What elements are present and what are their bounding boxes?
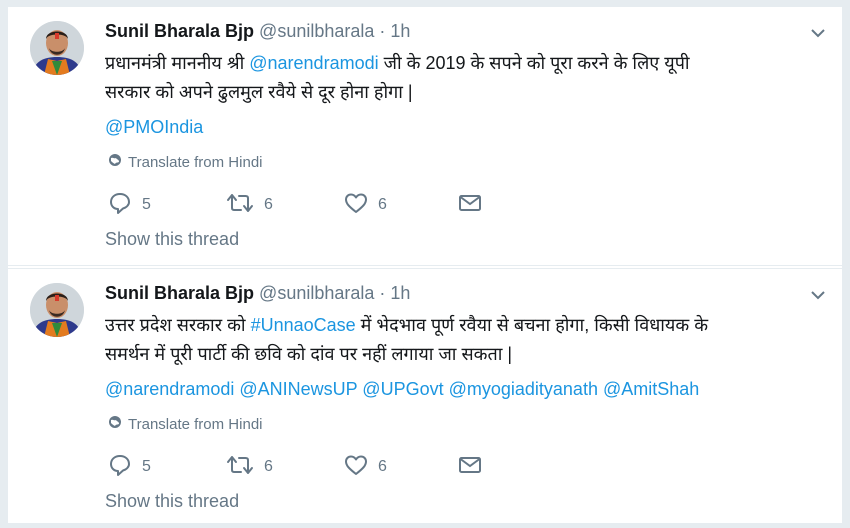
author-name[interactable]: Sunil Bharala Bjp [105, 283, 254, 303]
envelope-icon [458, 191, 482, 220]
avatar[interactable] [30, 283, 84, 337]
reply-count: 5 [142, 458, 151, 475]
heart-icon [344, 453, 368, 482]
translate-label: Translate from Hindi [128, 415, 263, 433]
timestamp[interactable]: 1h [390, 21, 410, 41]
retweet-count: 6 [264, 196, 273, 213]
like-button[interactable]: 6 [344, 192, 387, 218]
tweet-text-line: प्रधानमंत्री माननीय श्री @narendramodi ज… [105, 49, 825, 78]
timestamp[interactable]: 1h [390, 283, 410, 303]
reply-button[interactable]: 5 [108, 454, 151, 480]
like-count: 6 [378, 196, 387, 213]
author-handle[interactable]: @sunilbharala [259, 283, 374, 303]
heart-icon [344, 191, 368, 220]
reply-icon [108, 191, 132, 220]
retweet-button[interactable]: 6 [226, 454, 273, 480]
text-segment: प्रधानमंत्री माननीय श्री [105, 53, 250, 73]
retweet-icon [226, 453, 254, 482]
reply-icon [108, 453, 132, 482]
show-thread-link[interactable]: Show this thread [105, 491, 239, 512]
direct-message-button[interactable] [458, 454, 482, 480]
timeline: Sunil Bharala Bjp @sunilbharala · 1h प्र… [7, 7, 843, 528]
chevron-down-icon[interactable] [810, 25, 826, 41]
tweet-text: प्रधानमंत्री माननीय श्री @narendramodi ज… [105, 49, 825, 107]
tweet-header: Sunil Bharala Bjp @sunilbharala · 1h [105, 21, 410, 42]
hashtag-link[interactable]: #UnnaoCase [251, 315, 356, 335]
show-thread-link[interactable]: Show this thread [105, 229, 239, 250]
translate-label: Translate from Hindi [128, 153, 263, 171]
mention-link[interactable]: @narendramodi [249, 53, 378, 73]
tweet-text-line: उत्तर प्रदेश सरकार को #UnnaoCase में भेद… [105, 311, 825, 340]
tweet-actions: 5 6 6 [108, 454, 488, 480]
reply-count: 5 [142, 196, 151, 213]
text-segment: जी के 2019 के सपने को पूरा करने के लिए य… [378, 53, 690, 73]
reply-button[interactable]: 5 [108, 192, 151, 218]
globe-icon [108, 415, 122, 433]
mention-links[interactable]: @narendramodi @ANINewsUP @UPGovt @myogia… [105, 379, 699, 400]
tweet-actions: 5 6 6 [108, 192, 488, 218]
author-name[interactable]: Sunil Bharala Bjp [105, 21, 254, 41]
text-segment: में भेदभाव पूर्ण रवैया से बचना होगा, किस… [355, 315, 709, 335]
tweet-text: उत्तर प्रदेश सरकार को #UnnaoCase में भेद… [105, 311, 825, 369]
retweet-icon [226, 191, 254, 220]
like-button[interactable]: 6 [344, 454, 387, 480]
like-count: 6 [378, 458, 387, 475]
translate-link[interactable]: Translate from Hindi [108, 153, 263, 171]
translate-link[interactable]: Translate from Hindi [108, 415, 263, 433]
tweet-header: Sunil Bharala Bjp @sunilbharala · 1h [105, 283, 410, 304]
globe-icon [108, 153, 122, 171]
direct-message-button[interactable] [458, 192, 482, 218]
chevron-down-icon[interactable] [810, 287, 826, 303]
author-handle[interactable]: @sunilbharala [259, 21, 374, 41]
retweet-count: 6 [264, 458, 273, 475]
tweet[interactable]: Sunil Bharala Bjp @sunilbharala · 1h प्र… [8, 7, 842, 266]
tweet-text-line: सरकार को अपने ढुलमुल रवैये से दूर होना ह… [105, 82, 413, 102]
retweet-button[interactable]: 6 [226, 192, 273, 218]
tweet[interactable]: Sunil Bharala Bjp @sunilbharala · 1h उत्… [8, 268, 842, 528]
text-segment: उत्तर प्रदेश सरकार को [105, 315, 251, 335]
separator-dot: · [379, 21, 386, 41]
separator-dot: · [379, 283, 386, 303]
tweet-text-line: समर्थन में पूरी पार्टी की छवि को दांव पर… [105, 344, 513, 364]
avatar[interactable] [30, 21, 84, 75]
envelope-icon [458, 453, 482, 482]
mention-link[interactable]: @PMOIndia [105, 117, 203, 138]
